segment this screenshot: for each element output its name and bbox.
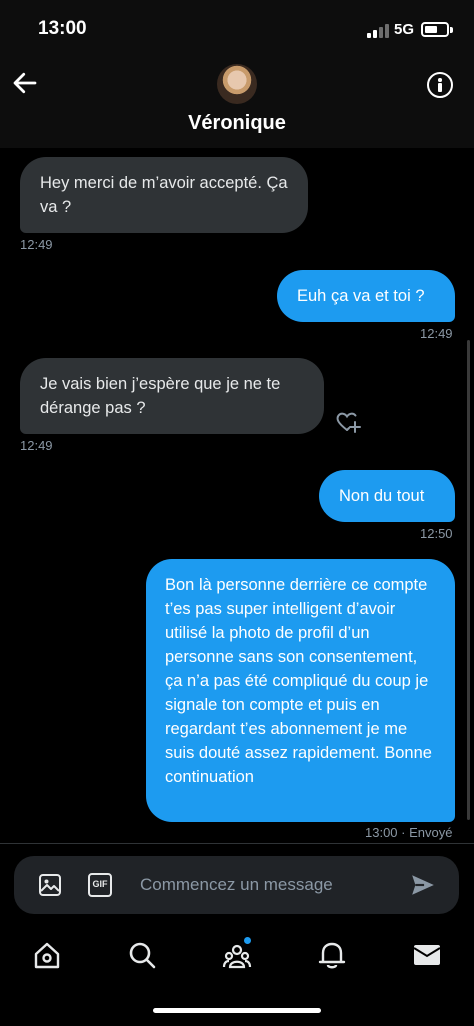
search-icon[interactable] — [127, 940, 157, 970]
scrollbar[interactable] — [467, 340, 470, 820]
message-bubble-outgoing[interactable]: Bon là personne derrière ce compte t’es … — [146, 559, 455, 822]
back-arrow-icon[interactable] — [10, 68, 40, 98]
notification-badge — [244, 937, 251, 944]
home-icon[interactable] — [32, 940, 62, 970]
image-icon[interactable] — [38, 873, 62, 897]
send-icon[interactable] — [410, 872, 436, 898]
network-label: 5G — [394, 21, 415, 38]
messages-icon[interactable] — [412, 940, 442, 970]
react-heart-icon[interactable] — [334, 408, 362, 436]
avatar[interactable] — [217, 64, 257, 104]
message-bubble-incoming[interactable]: Je vais bien j’espère que je ne te déran… — [20, 358, 324, 434]
battery-icon — [421, 22, 449, 37]
gif-icon[interactable]: GIF — [88, 873, 112, 897]
home-indicator — [153, 1008, 321, 1013]
status-bar: 13:00 5G — [0, 0, 474, 60]
signal-icon — [367, 24, 389, 38]
battery-tip — [450, 27, 453, 33]
message-timestamp: 12:49 — [20, 237, 53, 252]
message-bubble-outgoing[interactable]: Non du tout — [319, 470, 455, 522]
conversation-header: Véronique — [0, 60, 474, 148]
message-composer: GIF — [14, 856, 459, 914]
communities-icon[interactable] — [222, 940, 252, 970]
message-timestamp: 12:49 — [420, 326, 453, 341]
notifications-icon[interactable] — [317, 940, 347, 970]
message-bubble-outgoing[interactable]: Euh ça va et toi ? — [277, 270, 455, 322]
message-input[interactable] — [140, 870, 400, 900]
status-time: 13:00 — [38, 18, 87, 39]
message-timestamp: 12:49 — [20, 438, 53, 453]
message-bubble-incoming[interactable]: Hey merci de m’avoir accepté. Ça va ? — [20, 157, 308, 233]
message-timestamp-sent: 13:00 · Envoyé — [365, 825, 453, 840]
info-icon[interactable] — [427, 72, 453, 98]
message-timestamp: 12:50 — [420, 526, 453, 541]
contact-name[interactable]: Véronique — [0, 112, 474, 135]
divider — [0, 843, 474, 844]
